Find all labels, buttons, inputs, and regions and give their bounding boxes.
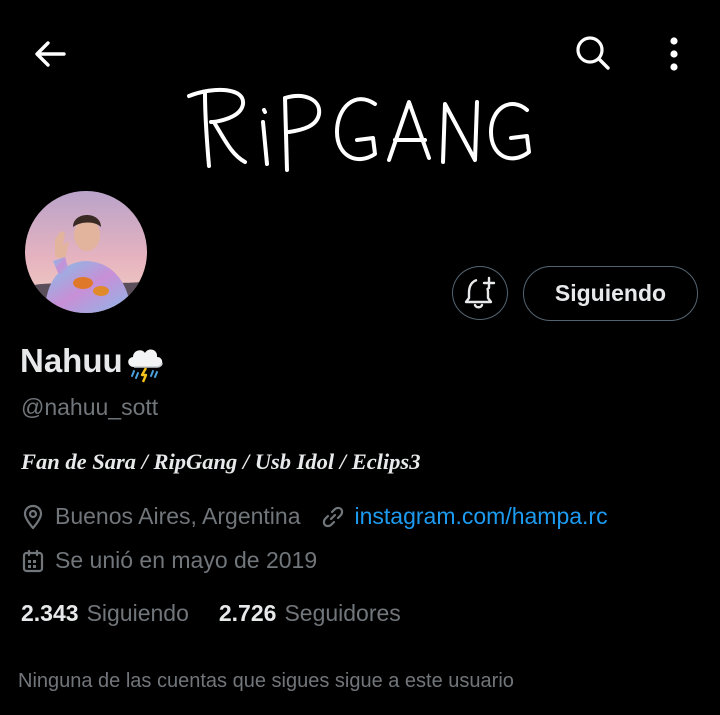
followers-count: 2.726: [218, 600, 277, 626]
bio: Fan de Sara / RipGang / Usb Idol / Eclip…: [21, 449, 421, 474]
website-link[interactable]: instagram.com/hampa.rc: [355, 503, 608, 530]
bell-plus-icon: [464, 276, 496, 309]
avatar-image: [25, 191, 147, 313]
following-button[interactable]: Siguiendo: [523, 266, 698, 321]
following-stat-label: Siguiendo: [86, 600, 189, 626]
following-button-label: Siguiendo: [554, 280, 667, 306]
location-text: Buenos Aires, Argentina: [55, 503, 301, 529]
followers-stat-label: Seguidores: [284, 600, 401, 626]
following-count: 2.343: [21, 600, 79, 626]
joined-text: Se unió en mayo de 2019: [55, 547, 318, 573]
search-button[interactable]: [570, 31, 616, 75]
follow-stats: 2.343 Siguiendo 2.726 Seguidores: [21, 600, 401, 627]
arrow-left-icon: [35, 41, 66, 67]
joined-row: Se unió en mayo de 2019: [22, 547, 317, 574]
followers-stat[interactable]: 2.726 Seguidores: [219, 600, 401, 627]
calendar-icon: [22, 549, 44, 572]
location-website-row: Buenos Aires, Argentina instagram.com/ha…: [22, 503, 608, 530]
following-stat[interactable]: 2.343 Siguiendo: [21, 600, 189, 627]
notifications-button[interactable]: [452, 266, 508, 320]
more-vertical-icon: [670, 37, 678, 71]
handle: @nahuu_sott: [21, 394, 159, 420]
banner-handwriting: [187, 87, 531, 172]
display-name-row: Nahuu: [20, 336, 166, 386]
link-icon: [322, 506, 343, 527]
cloud-with-rain-and-lightning-icon: [127, 349, 163, 383]
avatar[interactable]: [25, 191, 147, 313]
search-icon: [576, 36, 610, 70]
mutual-followers-text: Ninguna de las cuentas que sigues sigue …: [18, 670, 514, 692]
display-name: Nahuu: [20, 342, 123, 379]
more-button[interactable]: [658, 33, 690, 75]
location-pin-icon: [23, 504, 43, 529]
back-button[interactable]: [28, 34, 72, 74]
